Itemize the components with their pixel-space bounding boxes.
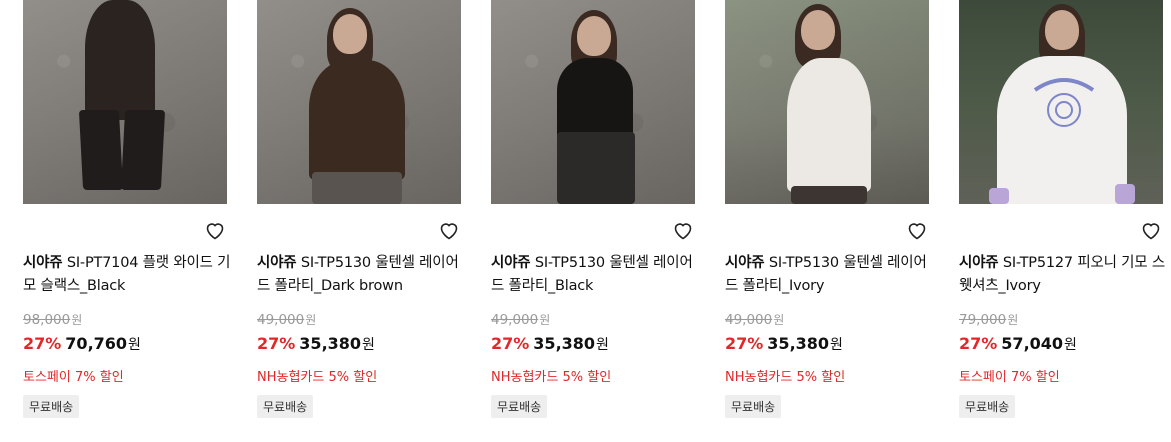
free-shipping-badge: 무료배송 xyxy=(23,395,80,418)
sale-price: 35,380 xyxy=(299,334,362,353)
heart-icon[interactable] xyxy=(1139,218,1163,242)
discount-rate: 27% xyxy=(491,334,530,353)
product-image[interactable] xyxy=(491,0,695,204)
brand-name: 시야쥬 xyxy=(725,255,765,271)
sale-price-row: 27% 70,760원 xyxy=(23,334,141,353)
sweatshirt-print-graphic xyxy=(1033,78,1095,127)
heart-icon[interactable] xyxy=(671,218,695,242)
product-card[interactable]: 시야쥬 SI-TP5130 울텐셀 레이어드 폴라티_Dark brown 49… xyxy=(257,0,461,418)
original-price: 79,000원 xyxy=(959,312,1019,328)
product-card[interactable]: 시야쥬 SI-TP5127 피오니 기모 스웻셔츠_Ivory 79,000원 … xyxy=(959,0,1165,418)
sale-price: 57,040 xyxy=(1001,334,1064,353)
product-title[interactable]: 시야쥬 SI-PT7104 플랫 와이드 기모 슬랙스_Black xyxy=(23,252,233,298)
product-title[interactable]: 시야쥬 SI-TP5127 피오니 기모 스웻셔츠_Ivory xyxy=(959,252,1169,298)
sale-price-row: 27% 35,380원 xyxy=(257,334,375,353)
original-price: 49,000원 xyxy=(257,312,317,328)
product-image[interactable] xyxy=(23,0,227,204)
free-shipping-badge: 무료배송 xyxy=(257,395,314,418)
free-shipping-badge: 무료배송 xyxy=(725,395,782,418)
product-image[interactable] xyxy=(959,0,1163,204)
discount-rate: 27% xyxy=(959,334,998,353)
promo-text: NH농협카드 5% 할인 xyxy=(725,370,846,385)
product-title[interactable]: 시야쥬 SI-TP5130 울텐셀 레이어드 폴라티_Dark brown xyxy=(257,252,467,298)
brand-name: 시야쥬 xyxy=(257,255,297,271)
promo-text: 토스페이 7% 할인 xyxy=(959,370,1060,385)
original-price: 49,000원 xyxy=(491,312,551,328)
product-title[interactable]: 시야쥬 SI-TP5130 울텐셀 레이어드 폴라티_Black xyxy=(491,252,701,298)
product-card[interactable]: 시야쥬 SI-TP5130 울텐셀 레이어드 폴라티_Black 49,000원… xyxy=(491,0,695,418)
discount-rate: 27% xyxy=(257,334,296,353)
original-price: 98,000원 xyxy=(23,312,83,328)
sale-price-row: 27% 35,380원 xyxy=(725,334,843,353)
free-shipping-badge: 무료배송 xyxy=(959,395,1016,418)
discount-rate: 27% xyxy=(725,334,764,353)
original-price: 49,000원 xyxy=(725,312,785,328)
sale-price: 35,380 xyxy=(767,334,830,353)
free-shipping-badge: 무료배송 xyxy=(491,395,548,418)
product-card[interactable]: 시야쥬 SI-TP5130 울텐셀 레이어드 폴라티_Ivory 49,000원… xyxy=(725,0,929,418)
heart-icon[interactable] xyxy=(437,218,461,242)
product-title[interactable]: 시야쥬 SI-TP5130 울텐셀 레이어드 폴라티_Ivory xyxy=(725,252,935,298)
promo-text: NH농협카드 5% 할인 xyxy=(257,370,378,385)
product-card[interactable]: 시야쥬 SI-PT7104 플랫 와이드 기모 슬랙스_Black 98,000… xyxy=(23,0,231,418)
sale-price-row: 27% 35,380원 xyxy=(491,334,609,353)
heart-icon[interactable] xyxy=(905,218,929,242)
promo-text: 토스페이 7% 할인 xyxy=(23,370,124,385)
product-image[interactable] xyxy=(257,0,461,204)
sale-price: 70,760 xyxy=(65,334,128,353)
brand-name: 시야쥬 xyxy=(959,255,999,271)
sale-price: 35,380 xyxy=(533,334,596,353)
discount-rate: 27% xyxy=(23,334,62,353)
brand-name: 시야쥬 xyxy=(23,255,63,271)
brand-name: 시야쥬 xyxy=(491,255,531,271)
promo-text: NH농협카드 5% 할인 xyxy=(491,370,612,385)
heart-icon[interactable] xyxy=(203,218,227,242)
product-grid: 시야쥬 SI-PT7104 플랫 와이드 기모 슬랙스_Black 98,000… xyxy=(0,0,1171,442)
product-image[interactable] xyxy=(725,0,929,204)
sale-price-row: 27% 57,040원 xyxy=(959,334,1077,353)
